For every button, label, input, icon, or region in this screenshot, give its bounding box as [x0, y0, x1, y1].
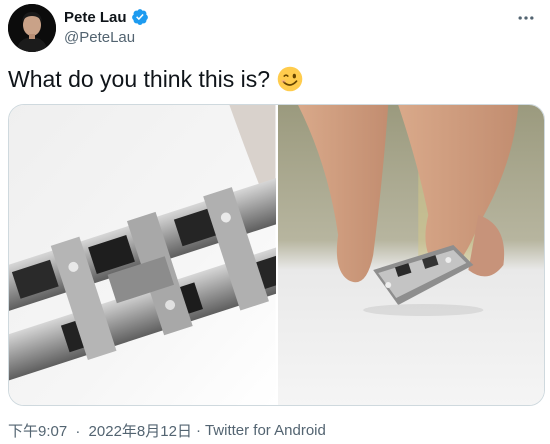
tweet-date: 2022年8月12日 [88, 423, 192, 440]
winking-face-emoji [277, 66, 303, 92]
tweet-text-content: What do you think this is? [8, 66, 271, 92]
meta-separator-2: · [195, 422, 201, 439]
author-info: Pete Lau @PeteLau [64, 7, 149, 46]
author-display-name[interactable]: Pete Lau [64, 9, 127, 26]
photo-hinge-in-hand [277, 105, 544, 405]
tweet-source-link[interactable]: Twitter for Android [205, 422, 326, 439]
tweet-timestamp-link[interactable]: 下午9:07 · 2022年8月12日 [8, 420, 192, 441]
profile-photo [8, 4, 56, 52]
tweet-time: 下午9:07 [8, 423, 68, 440]
photo-hinge-closeup [9, 105, 276, 405]
verified-badge-icon [131, 8, 149, 26]
media-grid [8, 104, 545, 406]
meta-separator: · [75, 423, 81, 440]
tweet-card: Pete Lau @PeteLau What do you think this… [0, 0, 550, 444]
author-name-row: Pete Lau [64, 7, 149, 27]
media-photo-2[interactable] [277, 105, 544, 405]
tweet-metadata: 下午9:07 · 2022年8月12日 · Twitter for Androi… [8, 420, 326, 441]
more-horizontal-icon [518, 16, 534, 20]
author-avatar[interactable] [8, 4, 56, 52]
media-photo-1[interactable] [9, 105, 276, 405]
tweet-text: What do you think this is? [8, 64, 303, 94]
author-handle[interactable]: @PeteLau [64, 29, 149, 46]
more-options-button[interactable] [512, 4, 540, 32]
